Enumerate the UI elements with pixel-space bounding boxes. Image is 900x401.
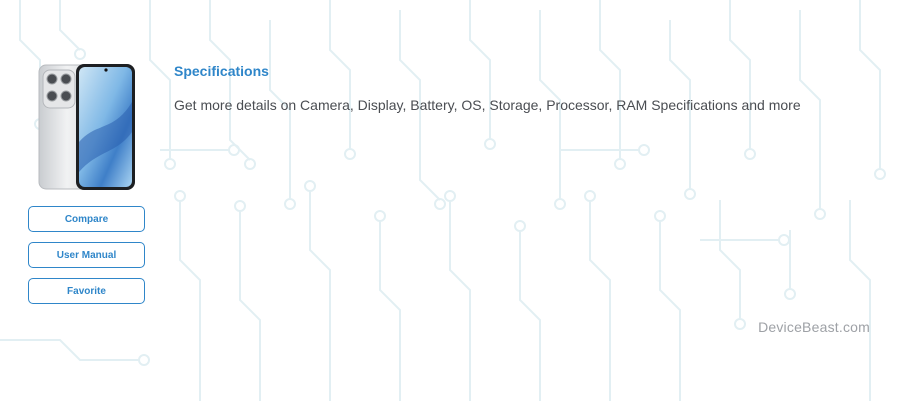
circuit-background-pattern — [0, 0, 886, 401]
user-manual-button[interactable]: User Manual — [28, 242, 145, 268]
brand-watermark: DeviceBeast.com — [758, 319, 870, 335]
favorite-button[interactable]: Favorite — [28, 278, 145, 304]
action-buttons-group: Compare User Manual Favorite — [28, 206, 146, 314]
specifications-heading: Specifications — [174, 63, 269, 79]
specifications-description: Get more details on Camera, Display, Bat… — [174, 97, 801, 113]
phone-product-image — [38, 64, 135, 190]
compare-button[interactable]: Compare — [28, 206, 145, 232]
